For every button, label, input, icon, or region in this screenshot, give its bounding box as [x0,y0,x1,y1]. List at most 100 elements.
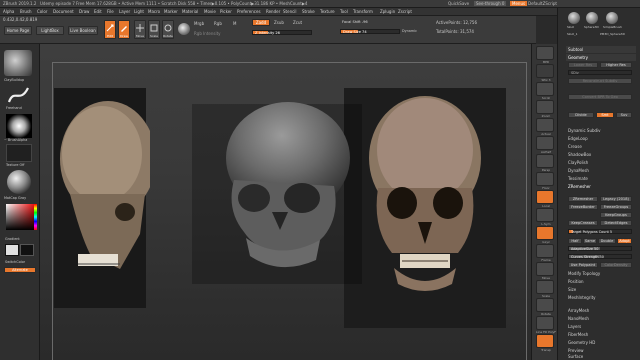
live-boolean-button[interactable]: Live Boolean [68,26,98,35]
alternate-button[interactable]: Alternate [4,267,36,273]
menu-tool[interactable]: Tool [340,9,348,14]
tessimate-item[interactable]: Tessimate [568,176,588,182]
menu-render[interactable]: Render [266,9,280,14]
dynamic-toggle[interactable]: Dynamic [402,29,417,33]
menu-stencil[interactable]: Stencil [283,9,297,14]
home-page-button[interactable]: Home Page [4,26,32,35]
mrgb-toggle[interactable]: Mrgb [194,21,204,26]
sdiv-slider[interactable]: SDiv [568,70,632,75]
adaptive-size-slider[interactable]: AdaptiveSize 50 [568,246,632,251]
double-button[interactable]: Double [598,238,616,244]
zremesher-item[interactable]: ZRemesher [568,184,591,190]
freeze-groups-button[interactable]: FreezeGroups [600,204,632,210]
zadd-button[interactable]: Zadd [252,19,270,26]
rgb-toggle[interactable]: Rgb [214,21,222,26]
quicksave-button[interactable]: QuickSave [448,1,469,6]
divide-button[interactable]: Divide [568,112,594,118]
rgb-intensity-slider[interactable]: Rgb Intensity [194,31,221,36]
matcap-sphere-icon[interactable] [7,170,31,194]
menu-edit[interactable]: Edit [94,9,102,14]
menu-draw[interactable]: Draw [79,9,89,14]
menu-material[interactable]: Material [182,9,198,14]
curves-strength-slider[interactable]: Curves Strength 50 [568,254,632,259]
menu-file[interactable]: File [107,9,114,14]
polyframe-button[interactable]: Line Fill PolyF [536,316,556,334]
menu-zscript[interactable]: Zscript [398,9,412,14]
menu-macro[interactable]: Macro [148,9,160,14]
sphere3d-thumbnail[interactable] [586,12,598,24]
rotate-button[interactable]: Rotate [162,20,174,39]
menu-layer[interactable]: Layer [119,9,130,14]
simplebrush-thumbnail[interactable] [606,12,618,24]
zcut-button[interactable]: Zcut [293,20,302,25]
switch-color-button[interactable]: SwitchColor [5,260,25,264]
dynamesh-item[interactable]: DynaMesh [568,168,589,174]
menus-button[interactable]: Menus [510,1,528,6]
alpha-thumbnail[interactable] [6,114,32,138]
edgeloop-item[interactable]: EdgeLoop [568,136,588,142]
draw-size-slider[interactable]: Draw Size 74 [340,29,400,34]
arraymesh-item[interactable]: ArrayMesh [568,308,589,314]
del-lower-button[interactable]: Reconstruct Subdiv [568,78,632,84]
menu-zplugin[interactable]: Zplugin [380,9,395,14]
keep-creases-button[interactable]: KeepCreases [568,220,598,226]
geometry-section[interactable]: Geometry [566,54,636,61]
menu-picker[interactable]: Picker [220,9,232,14]
z-intensity-slider[interactable]: Z Intensity 26 [252,30,312,35]
higher-res-button[interactable]: Higher Res [600,62,632,68]
local-button[interactable]: Local [536,190,554,208]
document-canvas[interactable] [40,44,531,360]
transp-button[interactable]: Transp [536,334,554,352]
zremesher-button[interactable]: ZRemesher [568,196,598,202]
subtool-section[interactable]: Subtool [566,46,636,53]
brush-thumbnail[interactable] [4,50,32,76]
surface-item[interactable]: Surface [568,354,583,360]
geometry-hd-item[interactable]: Geometry HD [568,340,595,346]
target-polygons-slider[interactable]: Target Polygons Count 5 [568,229,632,234]
same-button[interactable]: Same [583,238,597,244]
half-button[interactable]: Half [568,238,582,244]
scale-button[interactable]: Scale [148,20,160,39]
scroll-button[interactable]: Scroll [536,82,554,100]
focal-shift-slider[interactable]: Focal Shift -96 [316,20,376,25]
actual-button[interactable]: Actual [536,118,554,136]
lightbox-button[interactable]: LightBox [36,26,64,35]
menu-alpha[interactable]: Alpha [3,9,14,14]
zsub-button[interactable]: Zsub [274,20,284,25]
aahalf-button[interactable]: AAHalf [536,136,554,154]
claypolish-item[interactable]: ClayPolish [568,160,588,166]
move-button[interactable]: Move [134,20,146,39]
m-toggle[interactable]: M [233,21,236,26]
menu-brush[interactable]: Brush [20,9,32,14]
rotate-view-button[interactable]: Rotate [536,298,554,316]
menu-marker[interactable]: Marker [164,9,178,14]
bpr-button[interactable]: BPR [536,46,554,64]
menu-texture[interactable]: Texture [320,9,335,14]
legacy-button[interactable]: Legacy (2018) [600,196,632,202]
size-item[interactable]: Size [568,287,576,293]
secondary-color-swatch[interactable] [20,244,34,256]
default-zscript[interactable]: DefaultZScript [528,1,557,6]
lsym-button[interactable]: L.Sym [536,208,554,226]
menu-document[interactable]: Document [53,9,74,14]
suv-toggle[interactable]: Suv [616,112,632,118]
menu-transform[interactable]: Transform [353,9,373,14]
use-polypaint-button[interactable]: Use Polypaint [568,262,598,268]
texture-thumbnail[interactable] [6,144,32,162]
main-color-swatch[interactable] [5,244,19,256]
zoom-button[interactable]: Zoom [536,100,554,118]
hue-strip[interactable] [34,204,37,230]
material-sphere-icon[interactable] [178,23,190,35]
see-through-slider[interactable]: See-through 0 [474,1,507,6]
shadowbox-item[interactable]: ShadowBox [568,152,591,158]
detect-edges-button[interactable]: DetectEdges [600,220,632,226]
edit-button[interactable]: Edit [104,20,116,39]
dynamic-subdiv-item[interactable]: Dynamic Subdiv [568,128,601,134]
skull-tool-thumbnail[interactable] [568,12,580,24]
menu-light[interactable]: Light [134,9,144,14]
modify-topology-item[interactable]: Modify Topology [568,271,600,277]
scale-view-button[interactable]: Scale [536,280,554,298]
mesh-integrity-item[interactable]: MeshIntegrity [568,295,596,301]
frame-button[interactable]: Frame [536,244,554,262]
position-item[interactable]: Position [568,279,584,285]
